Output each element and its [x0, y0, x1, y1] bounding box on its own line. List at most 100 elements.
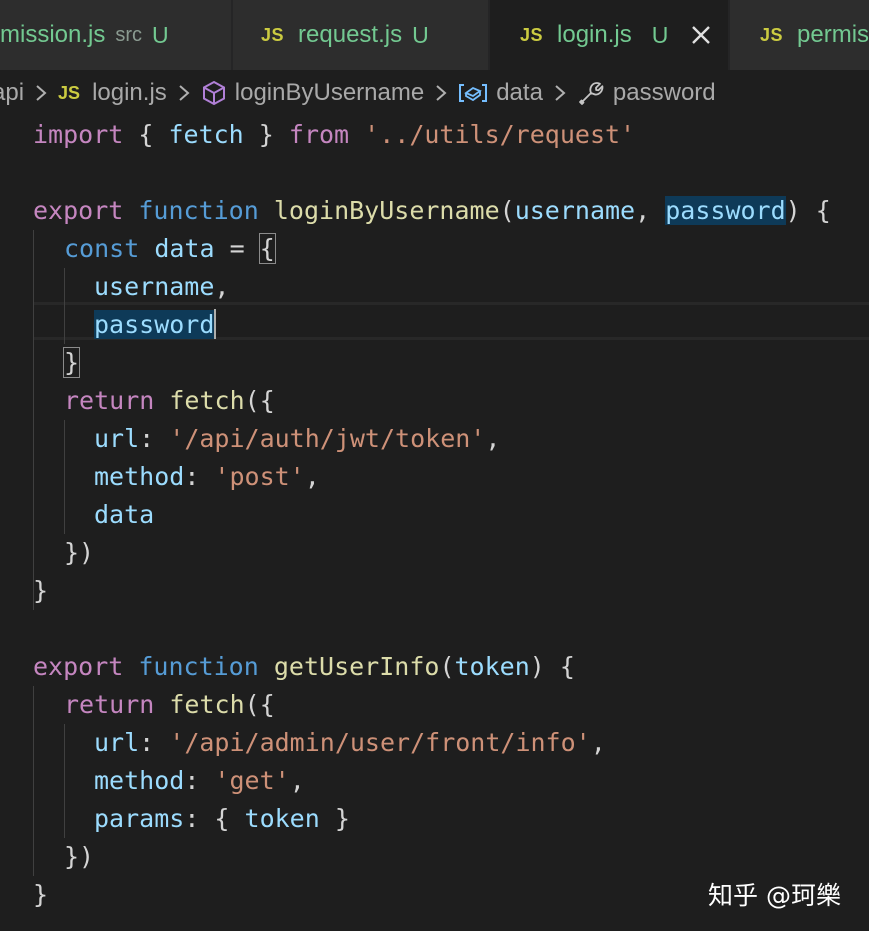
tab-label: permis: [797, 21, 869, 48]
punctuation: ) {: [785, 196, 831, 225]
breadcrumb: api JS login.js loginByUsername data pas…: [0, 70, 869, 116]
punctuation: :: [184, 462, 215, 491]
keyword-return: return: [64, 386, 155, 415]
string-method: 'post': [214, 462, 305, 491]
js-file-icon: JS: [760, 24, 784, 45]
identifier-password-highlighted: password: [94, 310, 215, 339]
property-method: method: [94, 462, 185, 491]
breadcrumb-property[interactable]: password: [577, 79, 716, 107]
code-line-5: username,: [0, 268, 869, 306]
tab-label: mission.js: [0, 21, 106, 48]
code-line-15: export function getUserInfo(token) {: [0, 648, 869, 686]
tab-label: login.js: [557, 21, 632, 48]
tab-git-status: U: [651, 21, 669, 48]
param-token: token: [454, 652, 530, 681]
wrench-icon: [579, 82, 604, 105]
call-fetch: fetch: [169, 386, 245, 415]
chevron-right-icon: [555, 85, 566, 101]
punctuation: ,: [214, 272, 230, 301]
breadcrumb-file-label: login.js: [92, 79, 167, 106]
code-line-3: export function loginByUsername(username…: [0, 192, 869, 230]
punctuation: :: [184, 804, 215, 833]
tab-login-js[interactable]: JS login.js U: [490, 0, 729, 70]
breadcrumb-function[interactable]: loginByUsername: [201, 79, 424, 107]
method-cube-icon: [202, 80, 225, 106]
punctuation: (: [499, 196, 515, 225]
string-url: '/api/admin/user/front/info': [169, 728, 591, 757]
punctuation: ({: [244, 690, 275, 719]
punctuation: ,: [304, 462, 320, 491]
matched-bracket-open: {: [258, 233, 276, 264]
code-line-17: url: '/api/admin/user/front/info',: [0, 724, 869, 762]
keyword-export: export: [33, 652, 124, 681]
code-line-7: }: [0, 344, 869, 382]
code-line-12: }): [0, 534, 869, 572]
tab-git-status: U: [152, 21, 169, 48]
tab-description: src: [115, 23, 143, 46]
punctuation: :: [139, 728, 170, 757]
identifier-token: token: [244, 804, 320, 833]
keyword-from: from: [288, 120, 350, 149]
matched-bracket-close: }: [62, 347, 81, 378]
property-params: params: [94, 804, 185, 833]
code-line-11: data: [0, 496, 869, 534]
punctuation: (: [439, 652, 455, 681]
js-file-icon: JS: [520, 24, 544, 45]
string-method: 'get': [214, 766, 290, 795]
param-username: username: [514, 196, 636, 225]
keyword-function: function: [138, 652, 259, 681]
chevron-right-icon: [179, 85, 190, 101]
code-line-19: params: { token }: [0, 800, 869, 838]
code-line-16: return fetch({: [0, 686, 869, 724]
keyword-return: return: [64, 690, 155, 719]
property-url: url: [94, 424, 140, 453]
function-name: loginByUsername: [273, 196, 500, 225]
breadcrumb-variable[interactable]: data: [458, 79, 543, 107]
punctuation: ({: [244, 386, 275, 415]
property-method: method: [94, 766, 185, 795]
js-file-icon: JS: [58, 82, 81, 103]
property-data: data: [94, 500, 155, 529]
keyword-import: import: [33, 120, 124, 149]
breadcrumb-folder[interactable]: api: [0, 79, 24, 107]
punctuation: }): [64, 842, 95, 871]
string-import-path: '../utils/request': [364, 120, 636, 149]
breadcrumb-file[interactable]: JS login.js: [58, 79, 167, 107]
punctuation: ,: [485, 424, 501, 453]
string-url: '/api/auth/jwt/token': [169, 424, 486, 453]
punctuation: :: [184, 766, 215, 795]
code-line-18: method: 'get',: [0, 762, 869, 800]
punctuation: {: [123, 120, 169, 149]
js-file-icon: JS: [261, 24, 285, 45]
punctuation: }): [64, 538, 95, 567]
punctuation: }: [243, 120, 289, 149]
punctuation: {: [214, 804, 245, 833]
property-url: url: [94, 728, 140, 757]
punctuation: ,: [289, 766, 305, 795]
code-line-4: const data = {: [0, 230, 869, 268]
code-line-1: import { fetch } from '../utils/request': [0, 116, 869, 154]
chevron-right-icon: [436, 85, 447, 101]
code-line-6: password: [0, 306, 869, 344]
keyword-function: function: [138, 196, 259, 225]
function-name: getUserInfo: [273, 652, 440, 681]
code-line-8: return fetch({: [0, 382, 869, 420]
tab-permission-js[interactable]: mission.js src U: [0, 0, 232, 70]
editor-tab-bar: mission.js src U JS request.js U JS logi…: [0, 0, 869, 70]
code-editor[interactable]: import { fetch } from '../utils/request'…: [0, 116, 869, 931]
punctuation: }: [33, 576, 49, 605]
code-line-20: }): [0, 838, 869, 876]
punctuation: ,: [590, 728, 606, 757]
close-icon[interactable]: [690, 24, 712, 46]
punctuation: =: [214, 234, 260, 263]
tab-request-js[interactable]: JS request.js U: [233, 0, 489, 70]
code-line-10: method: 'post',: [0, 458, 869, 496]
punctuation: }: [319, 804, 350, 833]
punctuation: ) {: [529, 652, 575, 681]
chevron-right-icon: [36, 85, 47, 101]
param-password-highlighted: password: [665, 196, 786, 225]
identifier-username: username: [94, 272, 215, 301]
tab-permission-js-2[interactable]: JS permis: [730, 0, 869, 70]
tab-git-status: U: [412, 21, 429, 48]
identifier-fetch: fetch: [168, 120, 244, 149]
